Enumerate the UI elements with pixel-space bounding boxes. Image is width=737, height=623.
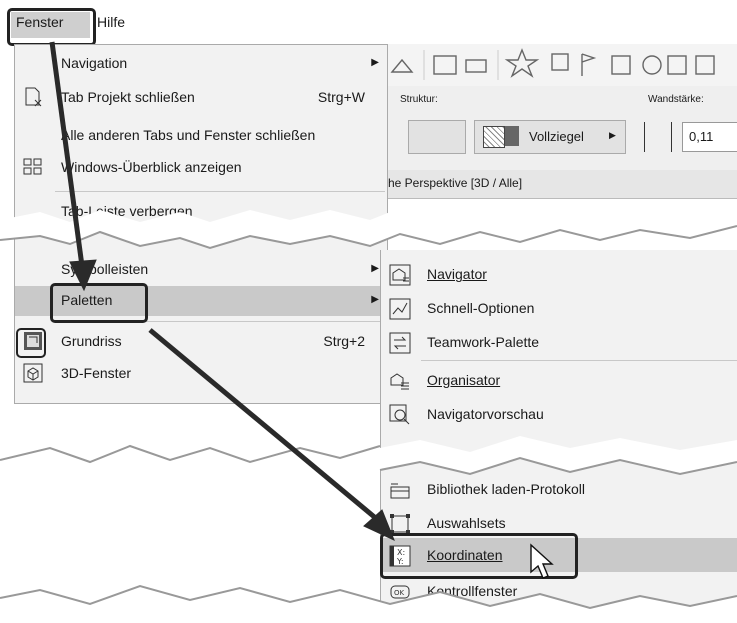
toolbar-icons <box>390 48 715 80</box>
menu-item-close-tab[interactable]: Tab Projekt schließen Strg+W <box>15 83 387 113</box>
submenu-separator <box>421 360 737 361</box>
star-icon <box>504 48 540 78</box>
menu-item-symbolleisten[interactable]: Symbolleisten ▶ <box>15 255 387 285</box>
menu-item-shortcut: Strg+W <box>317 89 365 105</box>
hatch-swatch <box>483 126 505 148</box>
layers-icon <box>551 53 569 71</box>
fenster-dropdown: Navigation ▶ Tab Projekt schließen Strg+… <box>14 44 388 404</box>
navigator-preview-icon <box>389 404 410 425</box>
object-icon <box>642 55 662 75</box>
submenu-item-navigator[interactable]: Navigator <box>381 257 737 291</box>
menu-item-navigation[interactable]: Navigation ▶ <box>15 49 387 79</box>
torn-edge-shadow-lower-left <box>0 444 381 464</box>
struktur-label: Struktur: <box>400 94 438 105</box>
submenu-item-label: Bibliothek laden-Protokoll <box>427 481 585 497</box>
thickness-value: 0,11 <box>689 129 714 144</box>
wandstaerke-label: Wandstärke: <box>648 94 704 105</box>
material-chevron-icon: ▶ <box>609 130 616 140</box>
menu-item-grundriss[interactable]: Grundriss Strg+2 <box>15 327 387 357</box>
material-value: Vollziegel <box>529 129 584 144</box>
submenu-item-label: Navigatorvorschau <box>427 406 544 422</box>
menu-item-close-others[interactable]: Alle anderen Tabs und Fenster schließen <box>15 121 387 151</box>
submenu-item-schnell-optionen[interactable]: Schnell-Optionen <box>381 291 737 325</box>
menu-separator <box>55 191 385 192</box>
stairs-icon <box>611 55 631 75</box>
submenu-arrow-icon: ▶ <box>371 294 379 305</box>
svg-text:OK: OK <box>394 589 405 597</box>
control-box-icon: OK <box>390 585 410 599</box>
submenu-item-label: Schnell-Optionen <box>427 300 535 316</box>
submenu-item-organisator[interactable]: Organisator <box>381 363 737 397</box>
submenu-item-kontrollfenster[interactable]: OK Kontrollfenster <box>381 574 737 608</box>
flag-icon <box>581 53 597 76</box>
menu-item-hide-tabbar[interactable]: Tab-Leiste verbergen <box>15 197 387 227</box>
organizer-icon <box>390 373 409 390</box>
paletten-highlight <box>50 283 148 323</box>
menu-item-3d-fenster[interactable]: 3D-Fenster <box>15 359 387 389</box>
submenu-item-bibliothek-protokoll[interactable]: Bibliothek laden-Protokoll <box>381 472 737 506</box>
submenu-item-label: Teamwork-Palette <box>427 334 540 350</box>
submenu-item-label: Auswahlsets <box>427 515 506 531</box>
view-tab[interactable]: he Perspektive [3D / Alle] <box>388 176 522 190</box>
menu-item-label: Navigation <box>61 55 128 71</box>
submenu-item-label: Organisator <box>427 372 501 388</box>
teamwork-icon <box>389 332 411 354</box>
submenu-item-teamwork[interactable]: Teamwork-Palette <box>381 325 737 359</box>
color-swatch <box>505 126 519 146</box>
submenu-item-label: Kontrollfenster <box>427 583 518 599</box>
material-button[interactable]: Vollziegel ▶ <box>474 120 626 154</box>
submenu-arrow-icon: ▶ <box>371 57 379 68</box>
submenu-item-navigatorvorschau[interactable]: Navigatorvorschau <box>381 397 737 431</box>
grundriss-icon-highlight <box>16 328 46 358</box>
menu-item-label: Windows-Überblick anzeigen <box>61 159 242 175</box>
app-toolbar <box>386 44 737 87</box>
info-box: Struktur: Wandstärke: Vollziegel ▶ 0,11 <box>386 86 737 171</box>
thickness-icon <box>644 122 672 152</box>
window-grid-icon <box>23 158 42 175</box>
menu-item-label: Tab-Leiste verbergen <box>61 203 193 219</box>
view-icon <box>667 55 687 75</box>
home-shape-icon <box>390 58 414 73</box>
camera-icon <box>695 55 715 75</box>
menu-item-label: Symbolleisten <box>61 261 149 277</box>
thickness-field[interactable]: 0,11 <box>682 122 737 152</box>
menu-item-label: 3D-Fenster <box>61 365 132 381</box>
cube-icon <box>23 363 43 383</box>
navigator-icon <box>389 264 411 286</box>
quick-options-icon <box>389 298 411 320</box>
menu-fenster[interactable]: Fenster <box>16 14 63 30</box>
view-tab-strip: he Perspektive [3D / Alle] <box>386 170 737 199</box>
menu-item-label: Tab Projekt schließen <box>61 89 195 105</box>
menu-item-shortcut: Strg+2 <box>323 333 365 349</box>
selection-sets-icon <box>390 514 410 534</box>
window-tool-icon <box>465 59 487 73</box>
close-document-icon <box>25 87 42 107</box>
truncated-item-text: smana <box>493 442 533 457</box>
torn-edge-lower-left <box>0 432 380 462</box>
menu-hilfe[interactable]: Hilfe <box>97 14 125 30</box>
submenu-arrow-icon: ▶ <box>371 263 379 274</box>
menu-item-label: Grundriss <box>61 333 122 349</box>
koordinaten-highlight <box>380 533 578 579</box>
submenu-item-label: Navigator <box>427 266 487 282</box>
wall-tool-icon <box>433 55 457 75</box>
library-log-icon <box>390 483 410 499</box>
menu-item-windows-overview[interactable]: Windows-Überblick anzeigen <box>15 153 387 183</box>
structure-button[interactable] <box>408 120 466 154</box>
menu-item-label: Alle anderen Tabs und Fenster schließen <box>61 127 316 143</box>
